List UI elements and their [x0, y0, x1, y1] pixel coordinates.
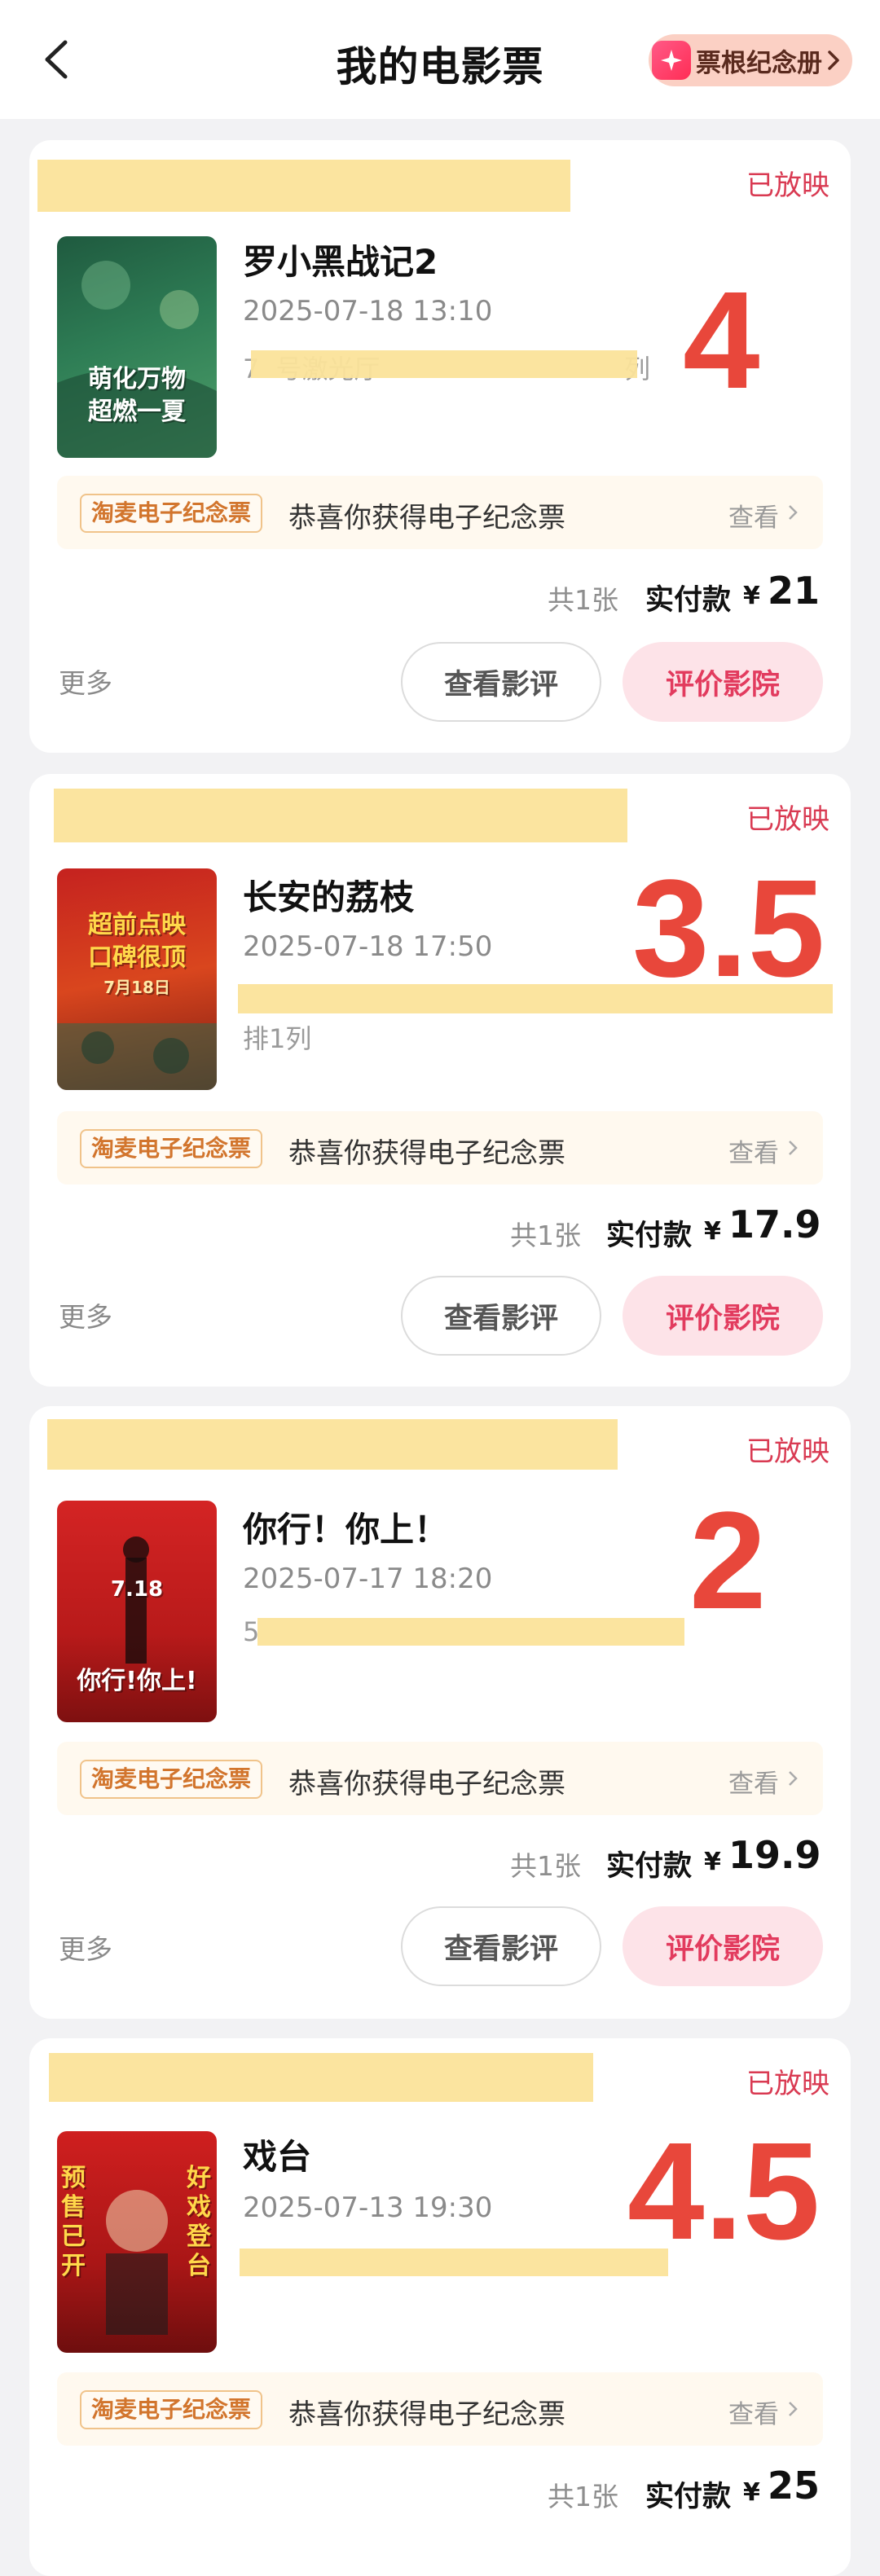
ticket-album-label: 票根纪念册 [696, 48, 822, 78]
ticket-count: 共1张 [548, 2481, 618, 2512]
currency-symbol: ¥ [704, 1848, 721, 1876]
redaction-highlight [54, 789, 627, 842]
rate-cinema-button[interactable]: 评价影院 [623, 1906, 823, 1986]
paid-label: 实付款 [606, 1220, 693, 1252]
ticket-card[interactable]: 已放映 超前点映 口碑很顶 7月18日 长安的荔枝 2025-07-18 17:… [29, 774, 851, 1387]
redaction-highlight [37, 160, 570, 212]
movie-poster[interactable]: 预售已开 好戏登台 [57, 2131, 217, 2353]
souvenir-badge: 淘麦电子纪念票 [80, 1129, 263, 1168]
souvenir-message: 恭喜你获得电子纪念票 [288, 1137, 565, 1170]
paid-amount: 21 [768, 569, 821, 613]
souvenir-badge: 淘麦电子纪念票 [80, 2390, 263, 2429]
ticket-card[interactable]: 已放映 预售已开 好戏登台 戏台 2025-07-13 19:30 4.5 淘麦… [29, 2038, 851, 2576]
movie-title: 长安的荔枝 [243, 877, 415, 917]
souvenir-view-link[interactable]: 查看 [728, 1763, 779, 1800]
view-reviews-button[interactable]: 查看影评 [401, 1276, 601, 1356]
poster-caption: 7月18日 [103, 978, 170, 997]
ticket-card[interactable]: 已放映 7.18 你行!你上! 你行！你上！ 2025-07-17 18:20 … [29, 1406, 851, 2019]
e-souvenir-ticket-row[interactable]: 淘麦电子纪念票 恭喜你获得电子纪念票 查看 [57, 2372, 823, 2446]
movie-poster[interactable]: 7.18 你行!你上! [57, 1501, 217, 1722]
rating-value: 4.5 [627, 2114, 821, 2269]
poster-caption: 超前点映 [88, 911, 186, 939]
chevron-right-icon [789, 2402, 798, 2416]
ticket-album-button[interactable]: 票根纪念册 [649, 34, 852, 86]
rating-value: 3.5 [632, 851, 825, 1006]
currency-symbol: ¥ [743, 2478, 760, 2507]
showtime: 2025-07-17 18:20 [243, 1563, 493, 1595]
rate-cinema-button[interactable]: 评价影院 [623, 1276, 823, 1356]
redaction-highlight [240, 2249, 668, 2276]
ticket-count: 共1张 [548, 584, 618, 616]
status-label: 已放映 [746, 169, 829, 202]
souvenir-view-link[interactable]: 查看 [728, 1132, 779, 1169]
ticket-count: 共1张 [510, 1850, 581, 1882]
currency-symbol: ¥ [704, 1217, 721, 1246]
paid-amount: 19.9 [728, 1833, 821, 1877]
movie-title: 戏台 [243, 2137, 312, 2177]
redaction-highlight [251, 350, 637, 378]
poster-caption: 7.18 [110, 1577, 164, 1602]
poster-caption: 超燃一夏 [88, 398, 186, 426]
movie-poster[interactable]: 萌化万物 超燃一夏 [57, 236, 217, 458]
poster-caption: 萌化万物 [88, 365, 186, 393]
poster-caption: 预售已开 [61, 2164, 86, 2280]
status-label: 已放映 [746, 803, 829, 836]
souvenir-badge: 淘麦电子纪念票 [80, 1760, 263, 1799]
paid-label: 实付款 [645, 584, 732, 617]
showtime: 2025-07-18 13:10 [243, 295, 493, 327]
movie-title: 罗小黑战记2 [243, 242, 438, 282]
showtime: 2025-07-13 19:30 [243, 2191, 493, 2224]
rating-value: 4 [683, 263, 760, 418]
seat-info: 排1列 [243, 1023, 312, 1054]
more-link[interactable]: 更多 [59, 1295, 112, 1334]
more-link[interactable]: 更多 [59, 662, 112, 701]
more-link[interactable]: 更多 [59, 1928, 112, 1967]
poster-caption: 好戏登台 [187, 2164, 211, 2280]
chevron-right-icon [828, 51, 839, 70]
poster-caption: 你行!你上! [77, 1667, 197, 1695]
e-souvenir-ticket-row[interactable]: 淘麦电子纪念票 恭喜你获得电子纪念票 查看 [57, 1111, 823, 1185]
view-reviews-button[interactable]: 查看影评 [401, 642, 601, 722]
chevron-right-icon [789, 1771, 798, 1786]
souvenir-view-link[interactable]: 查看 [728, 497, 779, 534]
chevron-right-icon [789, 505, 798, 520]
paid-amount: 17.9 [728, 1202, 821, 1246]
redaction-highlight [257, 1618, 684, 1646]
poster-caption: 口碑很顶 [88, 943, 186, 972]
souvenir-badge: 淘麦电子纪念票 [80, 494, 263, 533]
paid-label: 实付款 [606, 1850, 693, 1883]
sparkle-icon [652, 41, 691, 80]
paid-amount: 25 [768, 2464, 821, 2508]
rating-value: 2 [689, 1484, 767, 1638]
top-bar: 我的电影票 票根纪念册 [0, 0, 880, 119]
souvenir-message: 恭喜你获得电子纪念票 [288, 2398, 565, 2431]
souvenir-view-link[interactable]: 查看 [728, 2394, 779, 2430]
currency-symbol: ¥ [743, 582, 760, 610]
showtime: 2025-07-18 17:50 [243, 930, 493, 963]
e-souvenir-ticket-row[interactable]: 淘麦电子纪念票 恭喜你获得电子纪念票 查看 [57, 1742, 823, 1815]
ticket-card[interactable]: 已放映 萌化万物 超燃一夏 罗小黑战记2 2025-07-18 13:10 7 … [29, 140, 851, 753]
movie-poster[interactable]: 超前点映 口碑很顶 7月18日 [57, 868, 217, 1090]
status-label: 已放映 [746, 2068, 829, 2100]
redaction-highlight [47, 1419, 618, 1470]
view-reviews-button[interactable]: 查看影评 [401, 1906, 601, 1986]
ticket-count: 共1张 [510, 1220, 581, 1251]
chevron-right-icon [789, 1141, 798, 1155]
e-souvenir-ticket-row[interactable]: 淘麦电子纪念票 恭喜你获得电子纪念票 查看 [57, 476, 823, 549]
souvenir-message: 恭喜你获得电子纪念票 [288, 502, 565, 534]
redaction-highlight [49, 2053, 593, 2102]
movie-title: 你行！你上！ [243, 1510, 449, 1550]
rate-cinema-button[interactable]: 评价影院 [623, 642, 823, 722]
souvenir-message: 恭喜你获得电子纪念票 [288, 1768, 565, 1800]
paid-label: 实付款 [645, 2481, 732, 2513]
status-label: 已放映 [746, 1435, 829, 1468]
